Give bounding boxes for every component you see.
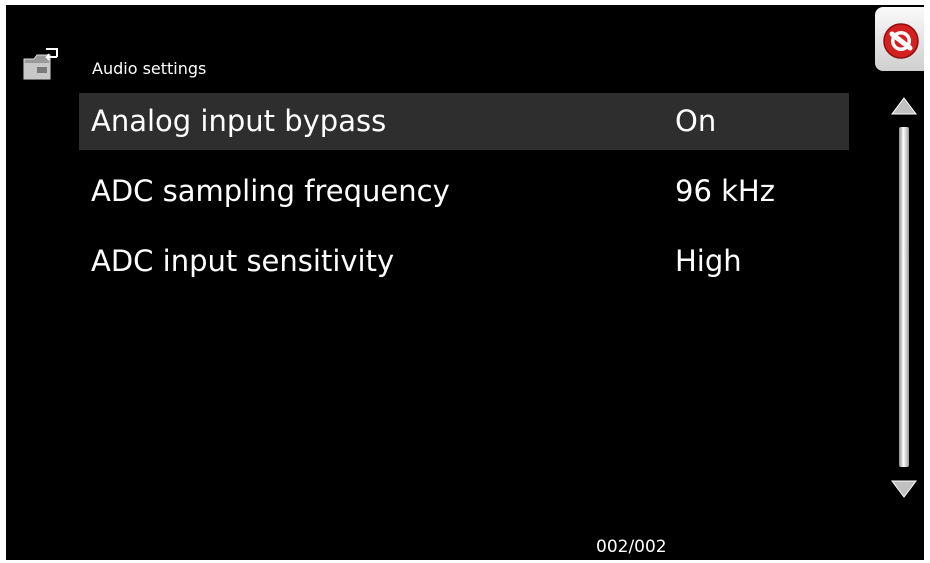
close-button[interactable]: [875, 7, 924, 71]
no-entry-icon: [883, 23, 919, 59]
audio-settings-screen: Audio settings Analog input bypass On AD…: [6, 5, 924, 560]
triangle-down-icon: [891, 480, 917, 498]
setting-row-adc-input-sensitivity[interactable]: ADC input sensitivity High: [79, 233, 849, 290]
setting-value: 96 kHz: [675, 174, 775, 208]
setting-value: High: [675, 244, 742, 278]
triangle-up-icon: [891, 97, 917, 115]
settings-list: Analog input bypass On ADC sampling freq…: [79, 93, 849, 303]
setting-label: ADC input sensitivity: [91, 244, 395, 278]
page-counter: 002/002: [596, 537, 667, 557]
page-title: Audio settings: [92, 59, 207, 78]
scrollbar-thumb[interactable]: [899, 127, 909, 467]
setting-row-adc-sampling-frequency[interactable]: ADC sampling frequency 96 kHz: [79, 163, 849, 220]
folder-back-icon[interactable]: [20, 45, 60, 83]
setting-label: ADC sampling frequency: [91, 174, 450, 208]
setting-value: On: [675, 104, 717, 138]
scroll-down-button[interactable]: [889, 478, 919, 500]
scrollbar-track[interactable]: [899, 127, 909, 467]
setting-label: Analog input bypass: [91, 104, 387, 138]
scroll-up-button[interactable]: [889, 95, 919, 117]
setting-row-analog-input-bypass[interactable]: Analog input bypass On: [79, 93, 849, 150]
